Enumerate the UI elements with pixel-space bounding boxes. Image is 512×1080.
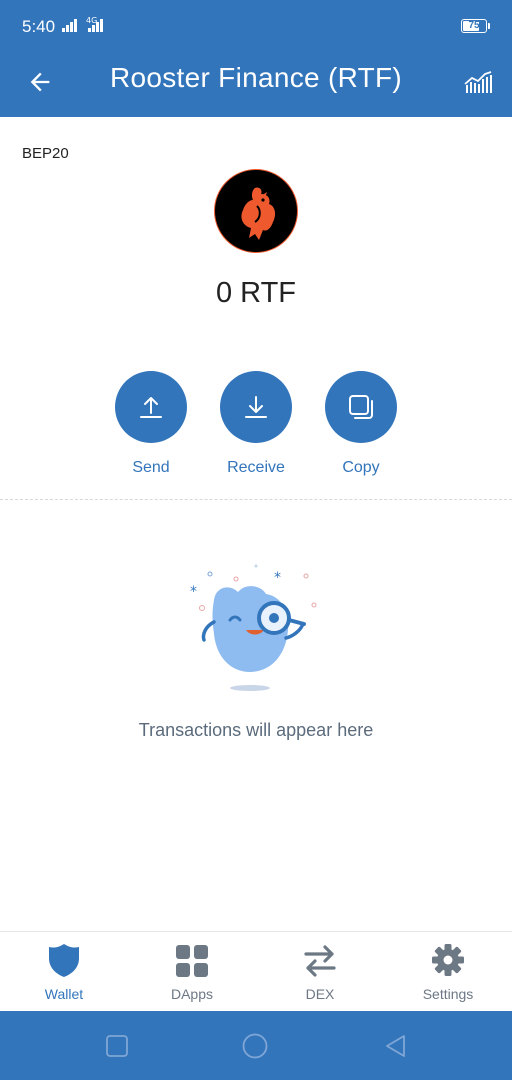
nav-label-dex: DEX xyxy=(305,986,335,1002)
token-header: BEP20 0 RTF Send Receive Copy xyxy=(0,117,512,501)
svg-text:*: * xyxy=(190,584,197,600)
nav-label-dapps: DApps xyxy=(170,986,214,1002)
price-chart-button[interactable] xyxy=(460,64,496,100)
recent-apps-icon[interactable] xyxy=(104,1033,130,1059)
battery-tip xyxy=(488,23,490,29)
token-logo xyxy=(214,169,298,253)
send-action: Send xyxy=(115,371,187,477)
receive-label[interactable]: Receive xyxy=(220,459,292,477)
nav-item-dapps[interactable]: DApps xyxy=(137,942,247,1002)
grid-icon xyxy=(176,945,208,977)
bottom-nav: Wallet DApps DEX Settings xyxy=(0,931,512,1011)
copy-button[interactable] xyxy=(325,371,397,443)
mascot-magnifier-illustration: * * xyxy=(190,564,317,691)
nav-item-dex[interactable]: DEX xyxy=(265,942,375,1002)
empty-state-message: Transactions will appear here xyxy=(138,720,374,740)
status-bar: 5:40 4G 75 xyxy=(0,0,512,52)
chart-icon xyxy=(464,71,492,93)
system-nav-bar xyxy=(0,1011,512,1080)
swap-arrows-icon xyxy=(304,945,336,977)
network-label: BEP20 xyxy=(22,145,69,162)
rooster-logo xyxy=(241,187,276,240)
nav-item-settings[interactable]: Settings xyxy=(393,942,503,1002)
svg-text:*: * xyxy=(274,570,281,586)
nav-label-wallet: Wallet xyxy=(44,986,84,1002)
receive-button[interactable] xyxy=(220,371,292,443)
gear-icon xyxy=(432,944,464,976)
download-arrow-icon xyxy=(245,396,267,418)
battery-icon: 75 xyxy=(461,19,487,33)
copy-label[interactable]: Copy xyxy=(325,459,397,477)
copy-action: Copy xyxy=(325,371,397,477)
section-divider xyxy=(0,499,512,500)
empty-state-illustration: * * xyxy=(186,560,326,695)
token-balance: 0 RTF xyxy=(215,277,297,309)
nav-item-wallet[interactable]: Wallet xyxy=(9,942,119,1002)
shield-icon xyxy=(49,944,79,977)
back-triangle-icon[interactable] xyxy=(383,1033,409,1059)
receive-action: Receive xyxy=(220,371,292,477)
copy-icon xyxy=(349,395,373,419)
page-title: Rooster Finance (RTF) xyxy=(109,62,403,93)
battery-level-text: 75 xyxy=(468,20,480,31)
upload-arrow-icon xyxy=(140,397,162,418)
home-icon[interactable] xyxy=(242,1033,268,1059)
nav-label-settings: Settings xyxy=(422,986,474,1002)
send-label[interactable]: Send xyxy=(115,459,187,477)
send-button[interactable] xyxy=(115,371,187,443)
app-bar: Rooster Finance (RTF) xyxy=(0,52,512,117)
status-time: 5:40 xyxy=(22,17,56,36)
